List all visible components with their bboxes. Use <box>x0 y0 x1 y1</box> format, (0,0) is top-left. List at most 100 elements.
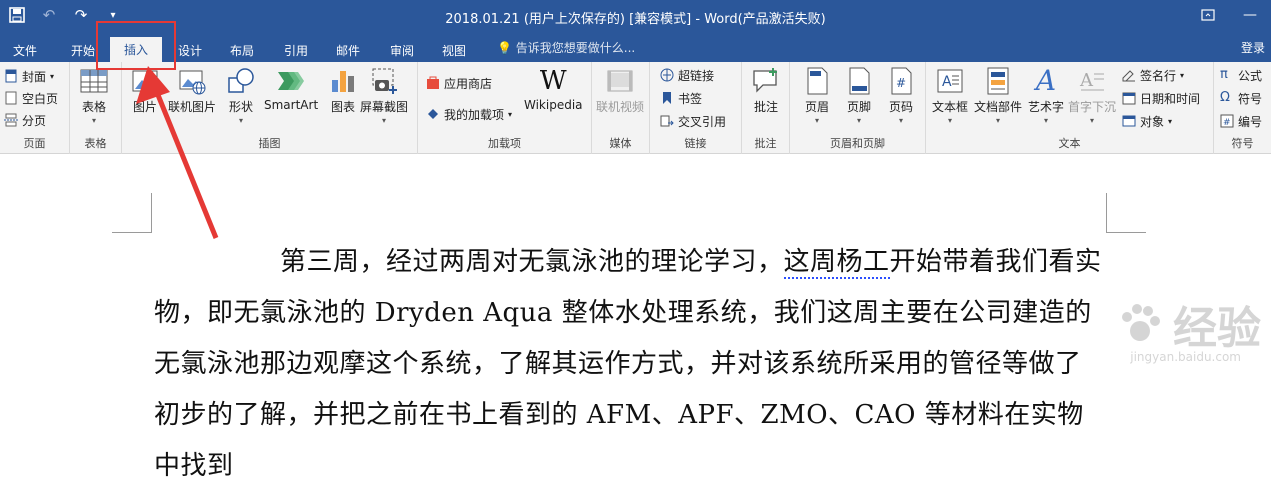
group-label-illustrations: 插图 <box>258 137 281 150</box>
wikipedia-button[interactable]: W Wikipedia <box>524 66 583 112</box>
watermark-url: jingyan.baidu.com <box>1130 350 1241 364</box>
page-break-icon <box>4 113 18 127</box>
store-icon <box>426 76 440 90</box>
group-media: 联机视频 媒体 <box>592 62 650 154</box>
chart-icon <box>328 66 358 96</box>
document-paragraph[interactable]: 第三周，经过两周对无氯泳池的理论学习，这周杨工开始带着我们看实物，即无氯泳池的 … <box>154 237 1106 492</box>
group-label-tables: 表格 <box>84 137 107 150</box>
new-comment-button[interactable]: 批注 <box>751 66 781 115</box>
margin-corner-left <box>112 193 152 233</box>
header-button[interactable]: 页眉 ▾ <box>802 66 832 125</box>
tab-file[interactable]: 文件 <box>0 38 50 62</box>
group-header-footer: 页眉 ▾ 页脚 ▾ # 页码 ▾ 页眉和页脚 <box>790 62 926 154</box>
quick-parts-button[interactable]: 文档部件 ▾ <box>974 66 1022 125</box>
number-icon: # <box>1220 114 1234 128</box>
group-pages: 封面 ▾ 空白页 分页 页面 <box>0 62 70 154</box>
baidu-jingyan-watermark: 经验 jingyan.baidu.com <box>1115 292 1261 364</box>
footer-button[interactable]: 页脚 ▾ <box>844 66 874 125</box>
hyperlink-button[interactable]: 超链接 <box>660 65 714 85</box>
online-video-button[interactable]: 联机视频 <box>596 66 644 115</box>
tell-me-box[interactable]: 💡 告诉我您想要做什么... <box>497 39 635 56</box>
tab-references[interactable]: 引用 <box>270 38 322 62</box>
blank-page-button[interactable]: 空白页 <box>4 88 58 108</box>
group-label-text: 文本 <box>1058 137 1081 150</box>
group-illustrations: 图片 联机图片 形状 ▾ SmartArt 图表 屏幕截图 ▾ 插图 <box>122 62 418 154</box>
online-picture-button[interactable]: 联机图片 <box>168 66 216 115</box>
group-label-header-footer: 页眉和页脚 <box>830 137 885 150</box>
group-label-pages: 页面 <box>23 137 46 150</box>
svg-text:A: A <box>1079 70 1094 91</box>
group-comments: 批注 批注 <box>742 62 790 154</box>
cover-page-icon <box>4 69 18 83</box>
signature-icon <box>1122 68 1136 82</box>
object-icon <box>1122 114 1136 128</box>
chart-button[interactable]: 图表 <box>328 66 358 115</box>
page-break-button[interactable]: 分页 <box>4 110 46 130</box>
quick-parts-icon <box>983 66 1013 96</box>
group-links: 超链接 书签 交叉引用 链接 <box>650 62 742 154</box>
header-icon <box>802 66 832 96</box>
smartart-icon <box>276 66 306 96</box>
group-addins: 应用商店 我的加载项 ▾ W Wikipedia 加载项 <box>418 62 592 154</box>
comment-icon <box>751 66 781 96</box>
screenshot-button[interactable]: 屏幕截图 ▾ <box>360 66 408 125</box>
group-label-addins: 加载项 <box>488 137 521 150</box>
wordart-button[interactable]: A 艺术字 ▾ <box>1028 66 1064 125</box>
tab-view[interactable]: 视图 <box>428 38 480 62</box>
tab-review[interactable]: 审阅 <box>376 38 428 62</box>
online-picture-icon <box>177 66 207 96</box>
tab-layout[interactable]: 布局 <box>216 38 268 62</box>
watermark-text: 经验 <box>1173 303 1261 354</box>
ribbon-tabs: 文件 开始 插入 设计 布局 引用 邮件 审阅 视图 <box>0 34 1271 62</box>
object-button[interactable]: 对象 ▾ <box>1122 111 1172 131</box>
page-number-button[interactable]: # 页码 ▾ <box>886 66 916 125</box>
cross-reference-icon <box>660 114 674 128</box>
svg-text:A: A <box>942 74 952 90</box>
document-area[interactable]: 第三周，经过两周对无氯泳池的理论学习，这周杨工开始带着我们看实物，即无氯泳池的 … <box>0 155 1271 481</box>
paragraph-text-rest: 开始带着我们看实物，即无氯泳池的 Dryden Aqua 整体水处理系统，我们这… <box>154 247 1102 481</box>
pi-icon: π <box>1220 67 1228 82</box>
numbering-button[interactable]: # 编号 <box>1220 111 1262 131</box>
page-number-icon: # <box>886 66 916 96</box>
smartart-button[interactable]: SmartArt <box>264 66 318 112</box>
footer-icon <box>844 66 874 96</box>
group-label-links: 链接 <box>684 137 707 150</box>
cross-reference-button[interactable]: 交叉引用 <box>660 111 726 131</box>
window-controls: — <box>1187 0 1271 30</box>
group-label-media: 媒体 <box>609 137 632 150</box>
date-time-button[interactable]: 日期和时间 <box>1122 88 1200 108</box>
shapes-button[interactable]: 形状 ▾ <box>226 66 256 125</box>
lightbulb-icon: 💡 <box>497 41 512 55</box>
table-button[interactable]: 表格 ▾ <box>79 66 109 125</box>
bookmark-button[interactable]: 书签 <box>660 88 702 108</box>
margin-corner-right <box>1106 193 1146 233</box>
sign-in-link[interactable]: 登录 <box>1241 39 1265 56</box>
cover-page-button[interactable]: 封面 ▾ <box>4 66 54 86</box>
ribbon-display-options-icon[interactable] <box>1187 0 1229 30</box>
equation-button[interactable]: π 公式 <box>1220 65 1262 85</box>
textbox-icon: A <box>935 66 965 96</box>
my-addins-button[interactable]: 我的加载项 ▾ <box>426 104 512 124</box>
picture-button[interactable]: 图片 <box>130 66 160 115</box>
annotation-highlight-box <box>96 21 176 70</box>
tell-me-placeholder: 告诉我您想要做什么... <box>515 41 636 55</box>
group-symbols: π 公式 Ω 符号 # 编号 符号 <box>1214 62 1271 154</box>
screenshot-icon <box>369 66 399 96</box>
tab-mailings[interactable]: 邮件 <box>322 38 374 62</box>
online-video-icon <box>605 66 635 96</box>
minimize-icon[interactable]: — <box>1229 0 1271 30</box>
textbox-button[interactable]: A 文本框 ▾ <box>932 66 968 125</box>
symbol-button[interactable]: Ω 符号 <box>1220 88 1262 108</box>
title-bar: ↶ ↷ ▾ 2018.01.21 (用户上次保存的) [兼容模式] - Word… <box>0 0 1271 34</box>
my-addins-icon <box>426 107 440 121</box>
dropcap-icon: A <box>1077 66 1107 96</box>
hyperlink-icon <box>660 68 674 82</box>
signature-line-button[interactable]: 签名行 ▾ <box>1122 65 1184 85</box>
table-icon <box>79 66 109 96</box>
store-button[interactable]: 应用商店 <box>426 73 492 93</box>
paw-icon <box>1122 304 1160 341</box>
shapes-icon <box>226 66 256 96</box>
paragraph-text-start: 第三周，经过两周对无氯泳池的理论学习， <box>280 247 784 277</box>
calendar-icon <box>1122 91 1136 105</box>
dropcap-button[interactable]: A 首字下沉 ▾ <box>1068 66 1116 125</box>
